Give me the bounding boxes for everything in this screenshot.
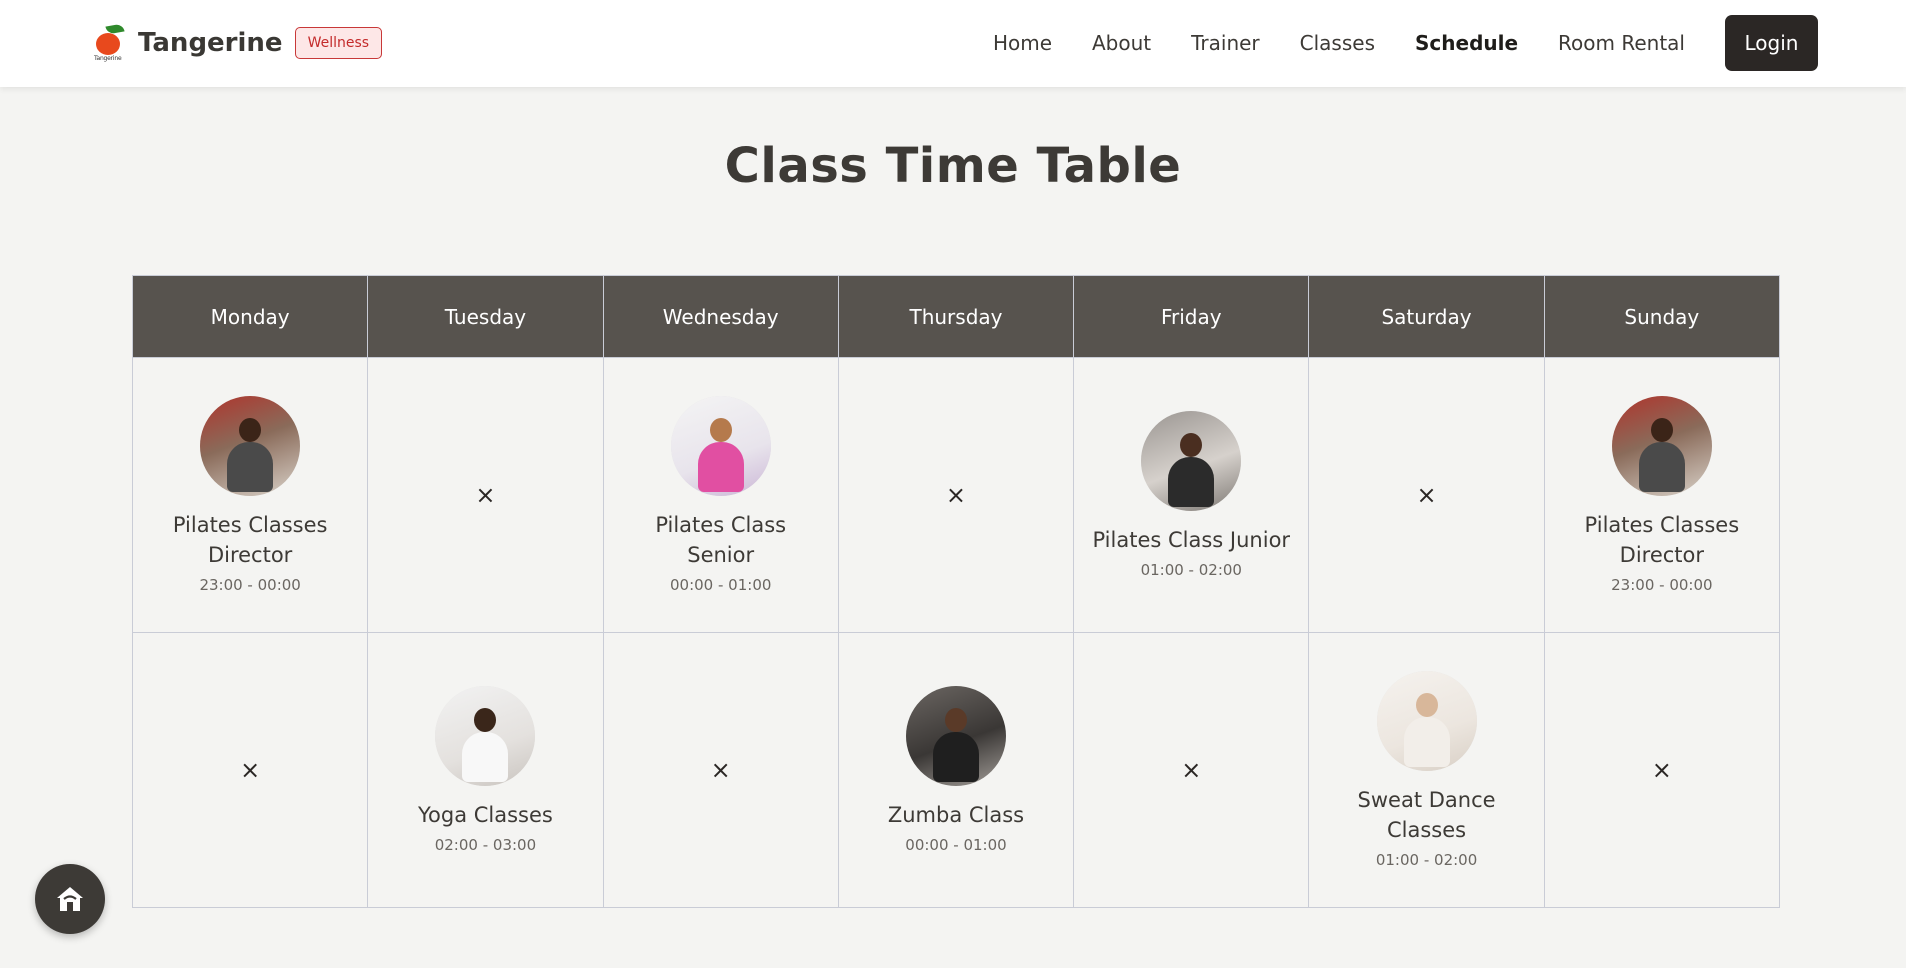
empty-cell: × (837, 357, 1075, 633)
class-name: Yoga Classes (417, 803, 553, 827)
home-icon (57, 887, 83, 911)
day-header-friday: Friday (1073, 275, 1310, 358)
close-icon: × (240, 756, 261, 784)
class-time: 23:00 - 00:00 (1611, 576, 1713, 594)
nav-room-rental[interactable]: Room Rental (1558, 31, 1685, 55)
nav-classes[interactable]: Classes (1300, 31, 1375, 55)
class-name: Zumba Class (887, 803, 1025, 827)
class-name: Pilates Class Junior (1092, 528, 1291, 552)
nav-trainer[interactable]: Trainer (1191, 31, 1260, 55)
class-cell: Pilates Classes Director 23:00 - 00:00 (131, 357, 369, 633)
day-header-sunday: Sunday (1543, 275, 1781, 358)
class-time: 01:00 - 02:00 (1140, 561, 1242, 579)
brand[interactable]: Tangerine Tangerine Wellness (94, 22, 383, 64)
day-header-thursday: Thursday (837, 275, 1075, 358)
day-header-monday: Monday (131, 275, 369, 358)
empty-cell: × (1543, 632, 1781, 908)
class-name: Pilates Classes Director (1584, 513, 1740, 567)
class-card[interactable]: Pilates Classes Director 23:00 - 00:00 (1545, 396, 1779, 594)
class-card[interactable]: Pilates Classes Director 23:00 - 00:00 (133, 396, 367, 594)
class-card[interactable]: Pilates Class Junior 01:00 - 02:00 (1074, 411, 1308, 579)
close-icon: × (945, 481, 967, 509)
class-cell: Yoga Classes 02:00 - 03:00 (367, 632, 604, 908)
close-icon: × (1416, 481, 1437, 509)
home-fab-button[interactable] (35, 864, 105, 934)
nav-schedule[interactable]: Schedule (1415, 31, 1518, 55)
class-photo (200, 396, 301, 496)
close-icon: × (1181, 756, 1202, 784)
nav-about[interactable]: About (1092, 31, 1151, 55)
empty-cell: × (1073, 632, 1310, 908)
login-button[interactable]: Login (1725, 15, 1818, 71)
brand-name: Tangerine (138, 28, 283, 58)
empty-cell: × (602, 632, 839, 908)
class-photo (435, 686, 536, 786)
class-cell: Pilates Class Senior 00:00 - 01:00 (602, 357, 839, 633)
class-time: 00:00 - 01:00 (670, 576, 772, 594)
class-name: Sweat Dance Classes (1357, 788, 1496, 842)
day-header-row: Monday Tuesday Wednesday Thursday Friday Satu… (131, 275, 1781, 358)
empty-cell: × (367, 357, 604, 633)
wellness-badge: Wellness (294, 27, 383, 59)
close-icon: × (1651, 756, 1672, 784)
class-time: 23:00 - 00:00 (199, 576, 301, 594)
day-header-tuesday: Tuesday (367, 275, 604, 358)
class-time: 02:00 - 03:00 (434, 836, 537, 854)
class-cell: Pilates Classes Director 23:00 - 00:00 (1543, 357, 1781, 633)
class-time: 01:00 - 02:00 (1375, 851, 1478, 869)
class-time: 00:00 - 01:00 (905, 836, 1007, 854)
class-cell: Zumba Class 00:00 - 01:00 (837, 632, 1075, 908)
close-icon: × (710, 756, 731, 784)
class-photo (1141, 411, 1242, 511)
class-photo (1376, 671, 1477, 771)
class-timetable: Monday Tuesday Wednesday Thursday Friday Satu… (131, 275, 1781, 908)
class-photo (905, 686, 1006, 786)
nav-home[interactable]: Home (993, 31, 1052, 55)
tangerine-logo-icon: Tangerine (94, 23, 128, 63)
class-photo (1611, 396, 1712, 496)
day-header-saturday: Saturday (1308, 275, 1545, 358)
timetable-row: Pilates Classes Director 23:00 - 00:00 × Pi… (131, 357, 1781, 633)
class-card[interactable]: Zumba Class 00:00 - 01:00 (839, 686, 1073, 854)
main-nav: Home About Trainer Classes Schedule Room… (993, 15, 1818, 71)
site-header: Tangerine Tangerine Wellness Home About … (0, 0, 1906, 87)
class-name: Pilates Classes Director (172, 513, 328, 567)
day-header-wednesday: Wednesday (602, 275, 839, 358)
empty-cell: × (131, 632, 369, 908)
timetable-row: × Yoga Classes 02:00 - 03:00 × Zumba Class 00… (131, 632, 1781, 908)
class-photo (670, 396, 771, 496)
class-card[interactable]: Yoga Classes 02:00 - 03:00 (368, 686, 602, 854)
class-name: Pilates Class Senior (655, 513, 787, 567)
class-card[interactable]: Pilates Class Senior 00:00 - 01:00 (604, 396, 838, 594)
class-card[interactable]: Sweat Dance Classes 01:00 - 02:00 (1309, 671, 1543, 869)
empty-cell: × (1308, 357, 1545, 633)
class-cell: Sweat Dance Classes 01:00 - 02:00 (1308, 632, 1545, 908)
page-title: Class Time Table (724, 138, 1182, 194)
close-icon: × (475, 481, 496, 509)
class-cell: Pilates Class Junior 01:00 - 02:00 (1073, 357, 1310, 633)
